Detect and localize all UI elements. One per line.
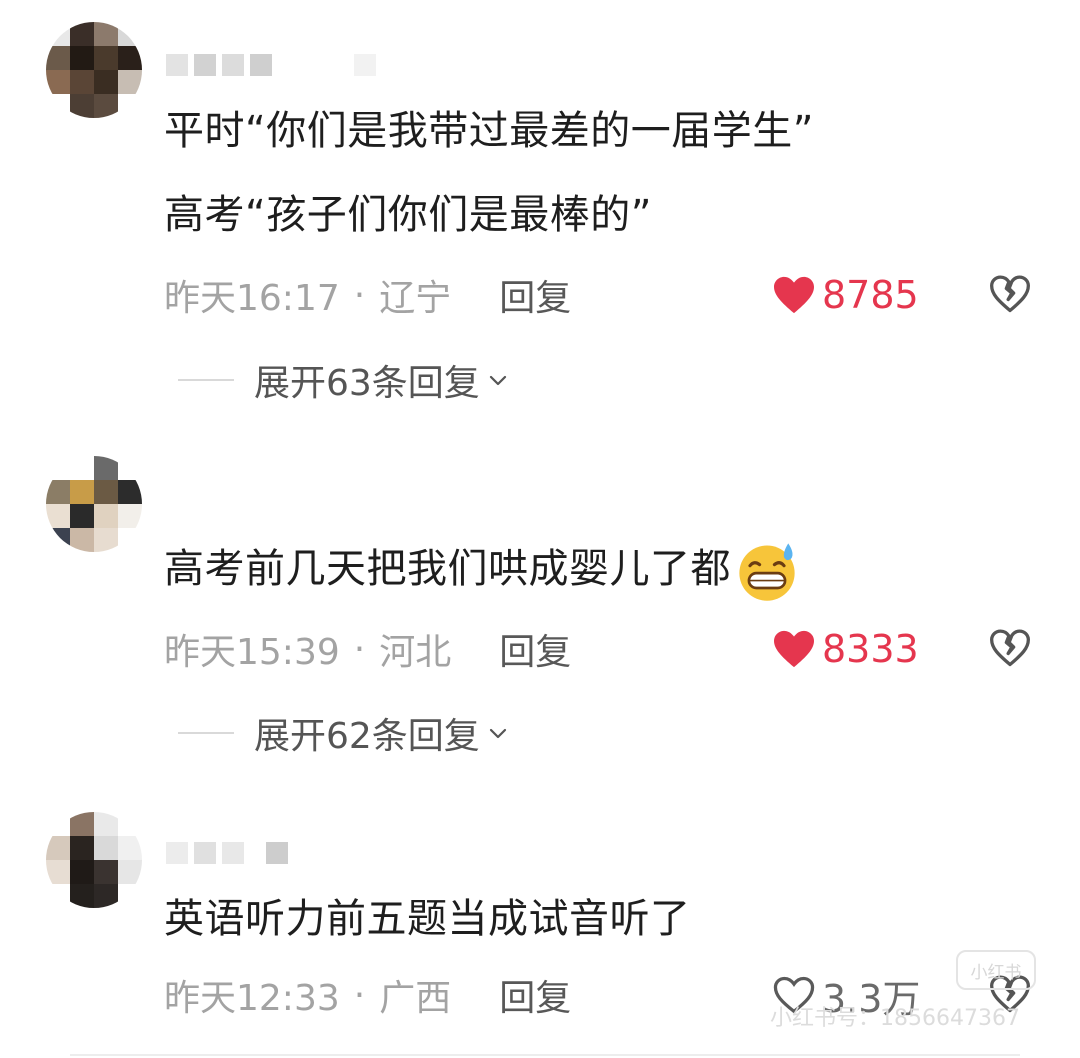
comment-meta: 昨天12:33 · 广西 回复 xyxy=(164,970,571,1020)
expand-replies-button[interactable]: 展开63条回复 xyxy=(178,355,510,405)
comment-text: 高考前几天把我们哄成婴儿了都 xyxy=(164,546,731,592)
comment-location: 辽宁 xyxy=(379,278,452,319)
comment-time: 昨天12:33 xyxy=(164,978,340,1019)
comment-location: 河北 xyxy=(379,632,452,673)
comment-text-line: 高考“孩子们你们是最棒的” xyxy=(164,192,652,238)
heart-icon xyxy=(774,630,814,668)
separator: · xyxy=(353,974,366,1016)
comment-meta: 昨天15:39 · 河北 回复 xyxy=(164,624,571,674)
expand-replies-button[interactable]: 展开62条回复 xyxy=(178,708,510,758)
comment-time: 昨天15:39 xyxy=(164,632,340,673)
bottom-divider xyxy=(70,1054,1020,1056)
watermark-id: 小红书号：1856647367 xyxy=(770,1006,1020,1031)
expand-replies-label: 展开62条回复 xyxy=(254,716,480,757)
chevron-down-icon xyxy=(489,375,506,386)
watermark-logo: 小红书 xyxy=(956,950,1036,990)
like-button[interactable]: 8333 xyxy=(772,624,919,674)
like-button[interactable]: 8785 xyxy=(772,270,919,320)
separator: · xyxy=(353,628,366,670)
divider-line xyxy=(178,379,234,381)
comment-meta: 昨天16:17 · 辽宁 回复 xyxy=(164,270,571,320)
avatar[interactable] xyxy=(46,812,142,908)
reply-button[interactable]: 回复 xyxy=(499,269,571,321)
reply-button[interactable]: 回复 xyxy=(499,969,571,1021)
avatar[interactable] xyxy=(46,22,142,118)
expand-replies-label: 展开63条回复 xyxy=(254,363,480,404)
avatar[interactable] xyxy=(46,456,142,552)
heart-icon xyxy=(774,276,814,314)
broken-heart-icon[interactable] xyxy=(988,626,1032,670)
comment-text-line: 高考前几天把我们哄成婴儿了都 xyxy=(164,528,801,610)
sweat-grin-emoji xyxy=(739,543,795,601)
broken-heart-icon[interactable] xyxy=(988,272,1032,316)
comment-time: 昨天16:17 xyxy=(164,278,340,319)
comment-text-line: 平时“你们是我带过最差的一届学生” xyxy=(164,108,814,154)
like-count: 8785 xyxy=(822,273,919,317)
comment-location: 广西 xyxy=(379,978,452,1019)
chevron-down-icon xyxy=(489,728,506,739)
comment-text-line: 英语听力前五题当成试音听了 xyxy=(164,896,691,942)
separator: · xyxy=(353,274,366,316)
username-blurred[interactable] xyxy=(166,842,288,864)
divider-line xyxy=(178,732,234,734)
username-blurred[interactable] xyxy=(166,54,376,76)
reply-button[interactable]: 回复 xyxy=(499,623,571,675)
like-count: 8333 xyxy=(822,627,919,671)
